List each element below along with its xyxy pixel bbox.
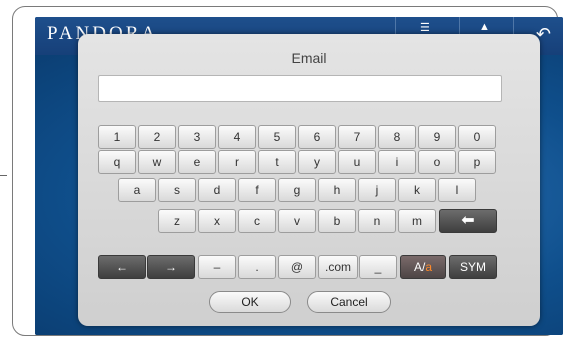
key-3[interactable]: 3	[178, 125, 216, 149]
key-2[interactable]: 2	[138, 125, 176, 149]
key-m[interactable]: m	[398, 209, 436, 233]
case-label-b: a	[425, 260, 433, 274]
dialog-title: Email	[291, 50, 327, 66]
case-label-a: A/	[413, 260, 426, 274]
key-b[interactable]: b	[318, 209, 356, 233]
key-7[interactable]: 7	[338, 125, 376, 149]
cursor-right-key[interactable]: →	[147, 255, 195, 279]
underscore-key[interactable]: _	[359, 255, 397, 279]
key-t[interactable]: t	[258, 150, 296, 174]
device-frame: PANDORA ☰ ▲ ↶ Email 1234567890qwertyuiop…	[12, 6, 563, 336]
key-z[interactable]: z	[158, 209, 196, 233]
dot-key[interactable]: .	[238, 255, 276, 279]
key-5[interactable]: 5	[258, 125, 296, 149]
key-8[interactable]: 8	[378, 125, 416, 149]
backspace-arrow-icon: ⬅	[461, 212, 475, 229]
key-l[interactable]: l	[438, 178, 476, 202]
dash-key[interactable]: –	[198, 255, 236, 279]
email-keyboard-dialog: Email 1234567890qwertyuiopasdfghjklzxcvb…	[78, 34, 540, 326]
key-j[interactable]: j	[358, 178, 396, 202]
key-k[interactable]: k	[398, 178, 436, 202]
key-g[interactable]: g	[278, 178, 316, 202]
key-x[interactable]: x	[198, 209, 236, 233]
key-q[interactable]: q	[98, 150, 136, 174]
left-edge-mark	[0, 175, 7, 176]
key-w[interactable]: w	[138, 150, 176, 174]
key-y[interactable]: y	[298, 150, 336, 174]
key-9[interactable]: 9	[418, 125, 456, 149]
key-d[interactable]: d	[198, 178, 236, 202]
menu-icon[interactable]: ☰	[420, 21, 430, 34]
key-0[interactable]: 0	[458, 125, 496, 149]
key-p[interactable]: p	[458, 150, 496, 174]
backspace-key[interactable]: ⬅	[439, 209, 497, 233]
key-f[interactable]: f	[238, 178, 276, 202]
ok-button[interactable]: OK	[209, 291, 291, 313]
key-n[interactable]: n	[358, 209, 396, 233]
dotcom-key[interactable]: .com	[318, 255, 358, 279]
email-field[interactable]	[98, 75, 502, 102]
symbols-key[interactable]: SYM	[449, 255, 497, 279]
key-4[interactable]: 4	[218, 125, 256, 149]
app-screen: PANDORA ☰ ▲ ↶ Email 1234567890qwertyuiop…	[35, 17, 563, 335]
key-s[interactable]: s	[158, 178, 196, 202]
key-v[interactable]: v	[278, 209, 316, 233]
key-a[interactable]: a	[118, 178, 156, 202]
key-e[interactable]: e	[178, 150, 216, 174]
key-r[interactable]: r	[218, 150, 256, 174]
key-1[interactable]: 1	[98, 125, 136, 149]
cursor-left-key[interactable]: ←	[98, 255, 146, 279]
key-c[interactable]: c	[238, 209, 276, 233]
key-h[interactable]: h	[318, 178, 356, 202]
cancel-button[interactable]: Cancel	[307, 291, 391, 313]
key-o[interactable]: o	[418, 150, 456, 174]
key-6[interactable]: 6	[298, 125, 336, 149]
case-toggle-key[interactable]: A/a	[400, 255, 446, 279]
at-key[interactable]: @	[278, 255, 316, 279]
up-arrow-icon[interactable]: ▲	[479, 21, 490, 33]
key-i[interactable]: i	[378, 150, 416, 174]
key-u[interactable]: u	[338, 150, 376, 174]
